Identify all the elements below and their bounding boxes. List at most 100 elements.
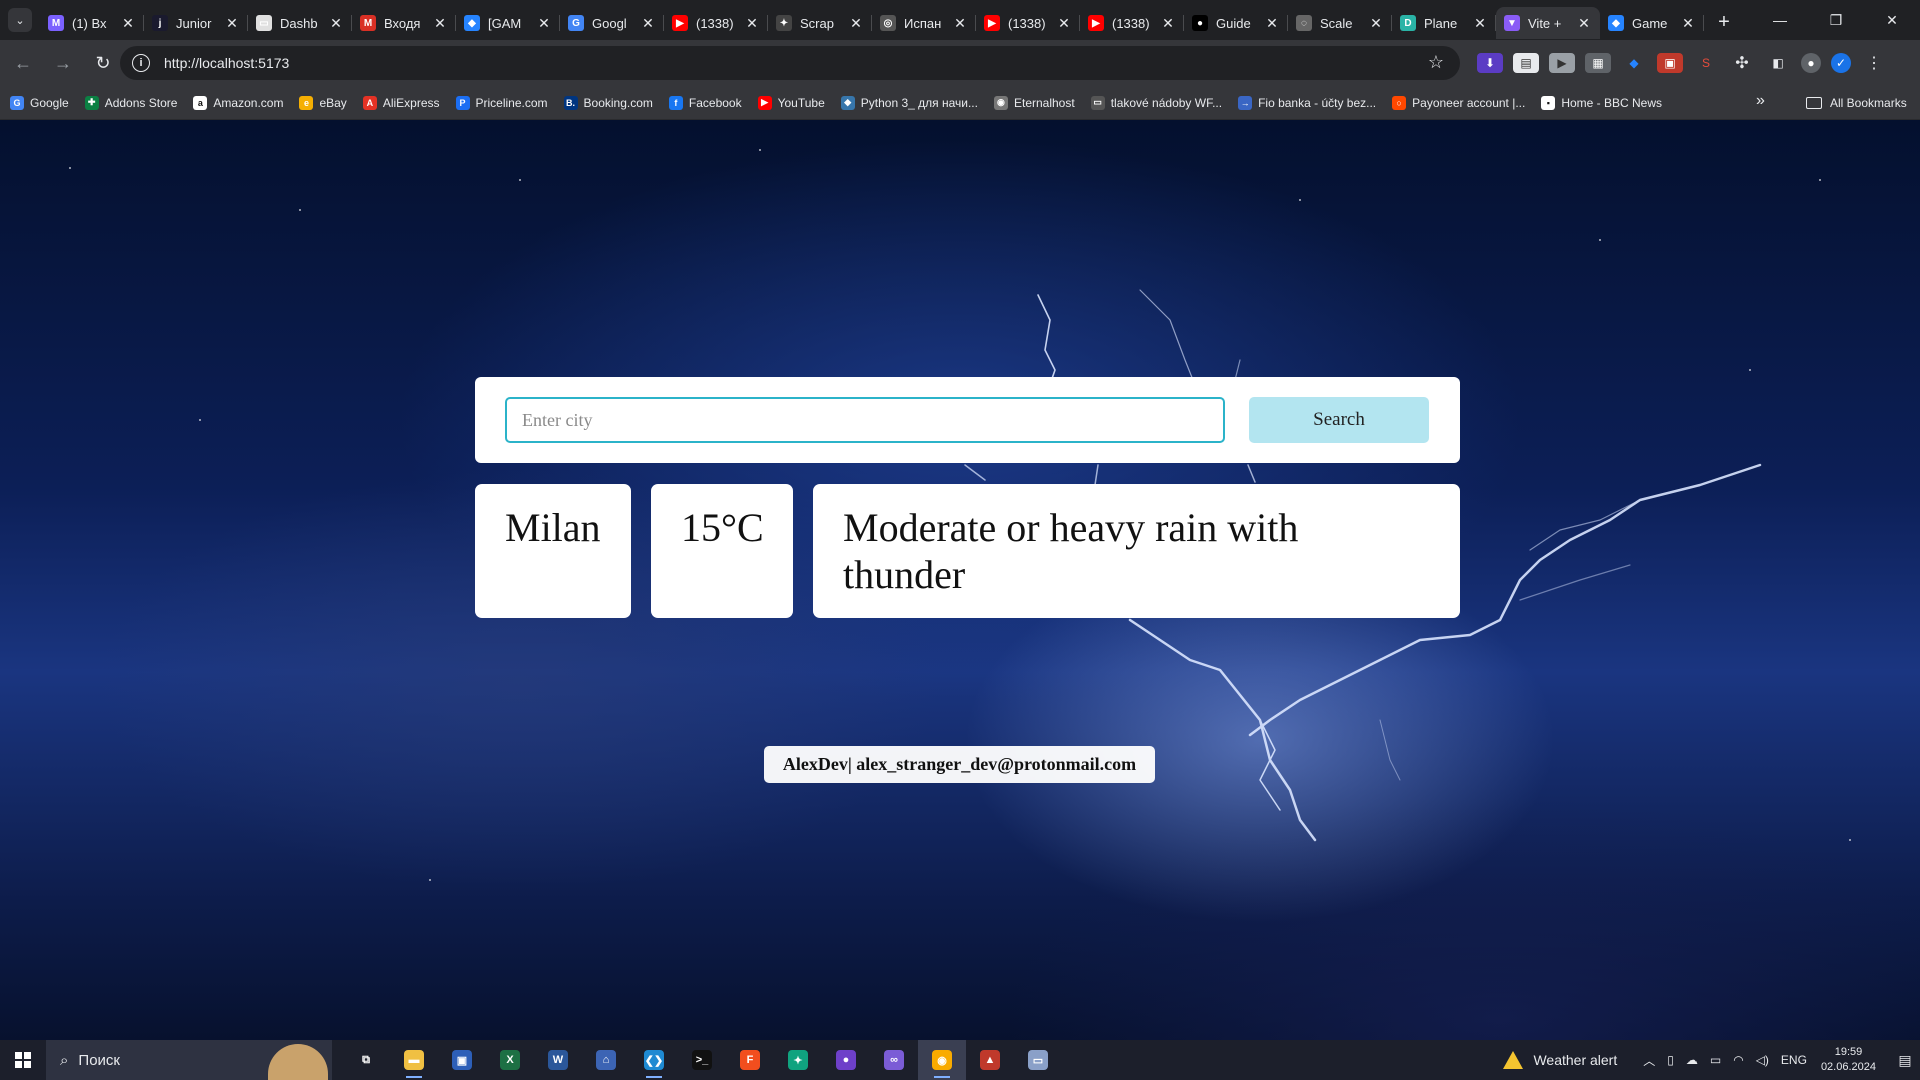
browser-tab[interactable]: ▭ Dashb ✕ xyxy=(248,7,352,39)
taskbar-app[interactable]: W xyxy=(534,1040,582,1080)
download-extension-icon[interactable]: ⬇ xyxy=(1477,53,1503,73)
bookmark-item[interactable]: a Amazon.com xyxy=(193,95,283,110)
volume-icon[interactable]: ◁) xyxy=(1756,1053,1769,1067)
cloud-icon[interactable]: ☁ xyxy=(1686,1053,1698,1067)
more-bookmarks-icon[interactable]: » xyxy=(1756,92,1765,110)
new-tab-button[interactable]: + xyxy=(1710,8,1738,36)
bookmark-star-icon[interactable]: ☆ xyxy=(1428,52,1444,73)
clock[interactable]: 19:59 02.06.2024 xyxy=(1821,1045,1876,1075)
scroll-extension-icon[interactable]: S xyxy=(1693,53,1719,73)
all-bookmarks-button[interactable]: All Bookmarks xyxy=(1806,86,1907,120)
restore-icon[interactable]: ❐ xyxy=(1808,0,1864,40)
bookmark-item[interactable]: B. Booking.com xyxy=(563,95,653,110)
bookmark-item[interactable]: P Priceline.com xyxy=(455,95,548,110)
bookmark-item[interactable]: A AliExpress xyxy=(362,95,440,110)
language-indicator[interactable]: ENG xyxy=(1781,1053,1807,1067)
browser-tab[interactable]: ◆ [GAM ✕ xyxy=(456,7,560,39)
tab-close-icon[interactable]: ✕ xyxy=(1160,15,1176,32)
taskbar-app[interactable]: ▬ xyxy=(390,1040,438,1080)
browser-tab[interactable]: ◌ Scale ✕ xyxy=(1288,7,1392,39)
taskbar-app[interactable]: >_ xyxy=(678,1040,726,1080)
bookmark-item[interactable]: f Facebook xyxy=(668,95,742,110)
browser-tab[interactable]: ▶ (1338) ✕ xyxy=(1080,7,1184,39)
bookmark-item[interactable]: ▪ Home - BBC News xyxy=(1541,95,1662,110)
browser-tab[interactable]: D Plane ✕ xyxy=(1392,7,1496,39)
profile-avatar-icon[interactable]: ● xyxy=(1801,53,1821,73)
side-panel-icon[interactable]: ◧ xyxy=(1765,53,1791,73)
reload-icon[interactable]: ↻ xyxy=(86,46,120,80)
bookmark-item[interactable]: ◉ Eternalhost xyxy=(993,95,1075,110)
video-extension-icon[interactable]: ▶ xyxy=(1549,53,1575,73)
browser-tab[interactable]: ▶ (1338) ✕ xyxy=(976,7,1080,39)
browser-tab[interactable]: ▶ (1338) ✕ xyxy=(664,7,768,39)
taskbar-search[interactable]: ⌕ Поиск xyxy=(46,1040,332,1080)
tab-close-icon[interactable]: ✕ xyxy=(1264,15,1280,32)
taskbar-app[interactable]: F xyxy=(726,1040,774,1080)
back-arrow-icon[interactable]: ← xyxy=(6,46,40,80)
taskbar-app[interactable]: ∞ xyxy=(870,1040,918,1080)
bookmark-item[interactable]: ✚ Addons Store xyxy=(84,95,177,110)
tab-close-icon[interactable]: ✕ xyxy=(1680,15,1696,32)
taskbar-app[interactable]: ▲ xyxy=(966,1040,1014,1080)
tab-close-icon[interactable]: ✕ xyxy=(848,15,864,32)
wifi-icon[interactable]: ◠ xyxy=(1733,1053,1743,1067)
browser-tab[interactable]: G Googl ✕ xyxy=(560,7,664,39)
tab-close-icon[interactable]: ✕ xyxy=(224,15,240,32)
tab-close-icon[interactable]: ✕ xyxy=(536,15,552,32)
tab-close-icon[interactable]: ✕ xyxy=(952,15,968,32)
bookmark-item[interactable]: G Google xyxy=(10,95,69,110)
color-extension-icon[interactable]: ▣ xyxy=(1657,53,1683,73)
bookmark-item[interactable]: ▶ YouTube xyxy=(757,95,825,110)
grid-extension-icon[interactable]: ▦ xyxy=(1585,53,1611,73)
bookmark-item[interactable]: ▭ tlakové nádoby WF... xyxy=(1090,95,1222,110)
start-button[interactable] xyxy=(0,1040,46,1080)
bookmark-item[interactable]: ◆ Python 3_ для начи... xyxy=(840,95,978,110)
site-info-icon[interactable]: i xyxy=(132,54,150,72)
tab-close-icon[interactable]: ✕ xyxy=(744,15,760,32)
notifications-icon[interactable]: ▤ xyxy=(1890,1052,1920,1069)
tab-close-icon[interactable]: ✕ xyxy=(640,15,656,32)
bookmark-item[interactable]: e eBay xyxy=(299,95,347,110)
minimize-icon[interactable]: — xyxy=(1752,0,1808,40)
chevron-up-icon[interactable]: ︿ xyxy=(1643,1052,1655,1069)
taskbar-app[interactable]: X xyxy=(486,1040,534,1080)
browser-menu-icon[interactable]: ⋮ xyxy=(1861,53,1887,73)
weather-alert-widget[interactable]: Weather alert xyxy=(1503,1051,1617,1069)
tab-close-icon[interactable]: ✕ xyxy=(328,15,344,32)
tab-close-icon[interactable]: ✕ xyxy=(120,15,136,32)
browser-tab[interactable]: ● Guide ✕ xyxy=(1184,7,1288,39)
tab-close-icon[interactable]: ✕ xyxy=(1472,15,1488,32)
taskbar-app[interactable]: ✦ xyxy=(774,1040,822,1080)
taskbar-app[interactable]: ◉ xyxy=(918,1040,966,1080)
taskbar-app[interactable]: ● xyxy=(822,1040,870,1080)
device-icon[interactable]: ▯ xyxy=(1667,1053,1674,1067)
taskbar-app[interactable]: ⌂ xyxy=(582,1040,630,1080)
page-extension-icon[interactable]: ▤ xyxy=(1513,53,1539,73)
browser-tab[interactable]: ▼ Vite + ✕ xyxy=(1496,7,1600,39)
taskbar-app[interactable]: ▭ xyxy=(1014,1040,1062,1080)
city-search-input[interactable] xyxy=(505,397,1225,443)
tab-close-icon[interactable]: ✕ xyxy=(1576,15,1592,32)
tab-close-icon[interactable]: ✕ xyxy=(1368,15,1384,32)
forward-arrow-icon[interactable]: → xyxy=(46,46,80,80)
tab-search-dropdown-icon[interactable]: ⌄ xyxy=(8,8,32,32)
taskbar-app[interactable]: ❮❯ xyxy=(630,1040,678,1080)
browser-tab[interactable]: ◆ Game ✕ xyxy=(1600,7,1704,39)
battery-icon[interactable]: ▭ xyxy=(1710,1053,1721,1067)
taskbar-app[interactable]: ▣ xyxy=(438,1040,486,1080)
search-button[interactable]: Search xyxy=(1249,397,1429,443)
browser-tab[interactable]: ✦ Scrap ✕ xyxy=(768,7,872,39)
taskbar-app[interactable]: ⧉ xyxy=(342,1040,390,1080)
close-window-icon[interactable]: ✕ xyxy=(1864,0,1920,40)
address-url[interactable]: http://localhost:5173 xyxy=(164,55,289,71)
jira-extension-icon[interactable]: ◆ xyxy=(1621,53,1647,73)
bookmark-item[interactable]: ○ Payoneer account |... xyxy=(1392,95,1525,110)
shield-check-icon[interactable]: ✓ xyxy=(1831,53,1851,73)
browser-tab[interactable]: M Входя ✕ xyxy=(352,7,456,39)
address-bar[interactable]: i http://localhost:5173 ☆ xyxy=(120,46,1460,80)
tab-close-icon[interactable]: ✕ xyxy=(1056,15,1072,32)
bookmark-item[interactable]: → Fio banka - účty bez... xyxy=(1238,95,1376,110)
tab-close-icon[interactable]: ✕ xyxy=(432,15,448,32)
browser-tab[interactable]: ◎ Испан ✕ xyxy=(872,7,976,39)
puzzle-extensions-icon[interactable]: ✣ xyxy=(1729,53,1755,73)
